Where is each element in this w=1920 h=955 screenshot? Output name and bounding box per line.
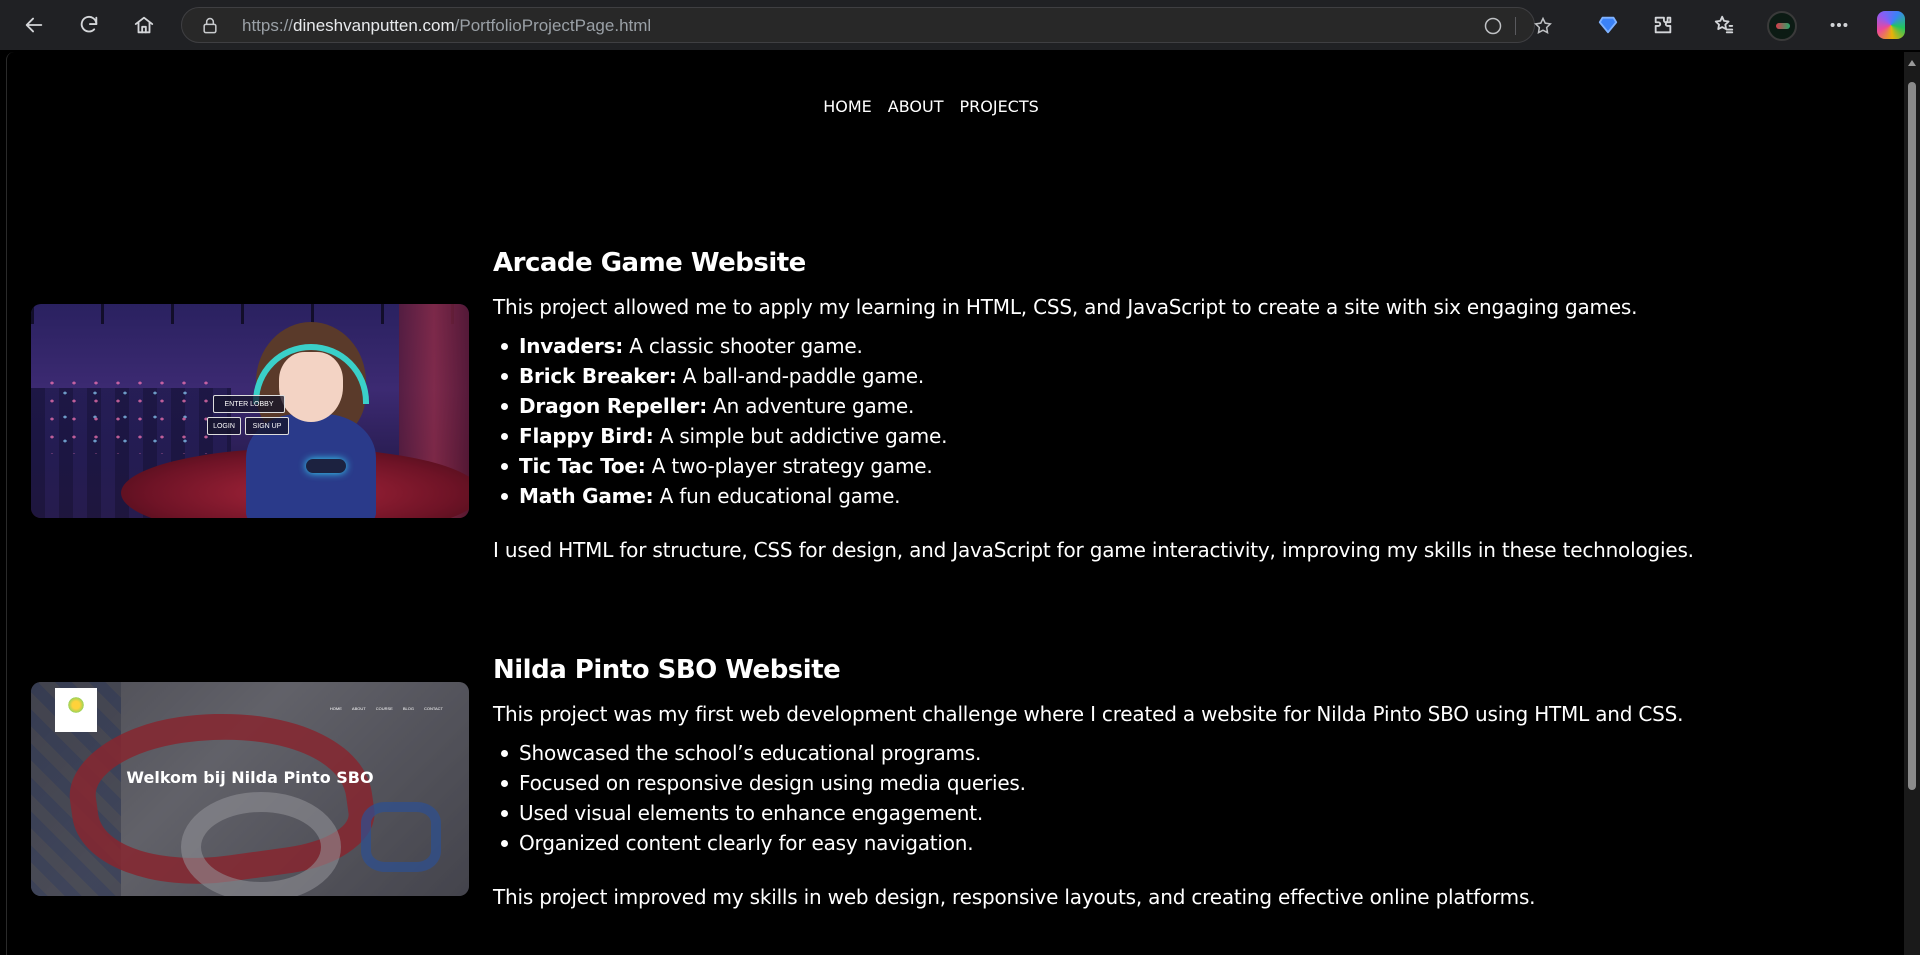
- signup-button: SIGN UP: [245, 417, 289, 435]
- list-item: Brick Breaker: A ball-and-paddle game.: [493, 361, 947, 391]
- address-bar-separator: [1515, 17, 1516, 35]
- refresh-icon[interactable]: [73, 9, 105, 41]
- mini-nav-item: HOME: [329, 706, 342, 711]
- project-outro: This project improved my skills in web d…: [493, 885, 1536, 909]
- profile-avatar[interactable]: [1767, 11, 1797, 41]
- browser-toolbar: https://dineshvanputten.com/PortfolioPro…: [0, 0, 1920, 50]
- back-arrow-icon[interactable]: [18, 9, 50, 41]
- nav-home[interactable]: HOME: [823, 97, 872, 116]
- feature-list: Showcased the school’s educational progr…: [493, 738, 1026, 858]
- project-title: Nilda Pinto SBO Website: [493, 655, 841, 685]
- reading-mode-icon[interactable]: [1480, 13, 1506, 39]
- mini-nav-item: CONTACT: [423, 706, 443, 711]
- list-item: Math Game: A fun educational game.: [493, 481, 947, 511]
- list-item: Tic Tac Toe: A two-player strategy game.: [493, 451, 947, 481]
- address-bar[interactable]: https://dineshvanputten.com/PortfolioPro…: [181, 7, 1552, 43]
- list-item: Used visual elements to enhance engageme…: [493, 798, 1026, 828]
- mini-nav-item: ABOUT: [351, 706, 366, 711]
- nilda-project-image: HOME ABOUT COURSE BLOG CONTACT Welkom bi…: [31, 682, 469, 896]
- mini-nav-item: COURSE: [375, 706, 393, 711]
- list-item: Focused on responsive design using media…: [493, 768, 1026, 798]
- controller-graphic: [306, 459, 346, 473]
- list-item: Invaders: A classic shooter game.: [493, 331, 947, 361]
- project-intro: This project was my first web developmen…: [493, 702, 1684, 726]
- list-item: Showcased the school’s educational progr…: [493, 738, 1026, 768]
- nav-about[interactable]: ABOUT: [888, 97, 944, 116]
- list-item: Organized content clearly for easy navig…: [493, 828, 1026, 858]
- enter-lobby-button: ENTER LOBBY: [213, 395, 285, 413]
- list-item: Dragon Repeller: An adventure game.: [493, 391, 947, 421]
- project-title: Arcade Game Website: [493, 248, 806, 278]
- vertical-scrollbar[interactable]: [1904, 52, 1920, 955]
- login-button: LOGIN: [207, 417, 241, 435]
- url-text[interactable]: https://dineshvanputten.com/PortfolioPro…: [242, 16, 651, 36]
- game-list: Invaders: A classic shooter game. Brick …: [493, 331, 947, 511]
- favorites-collection-icon[interactable]: [1708, 9, 1740, 41]
- site-info-lock-icon[interactable]: [200, 16, 220, 36]
- site-nav: HOME ABOUT PROJECTS: [7, 97, 1915, 116]
- extensions-puzzle-icon[interactable]: [1647, 9, 1679, 41]
- project-outro: I used HTML for structure, CSS for desig…: [493, 538, 1694, 562]
- city-lights-graphic: [41, 374, 211, 454]
- list-item: Flappy Bird: A simple but addictive game…: [493, 421, 947, 451]
- scroll-up-arrow-icon[interactable]: [1908, 60, 1916, 66]
- mini-nav: HOME ABOUT COURSE BLOG CONTACT: [330, 706, 443, 711]
- copilot-icon[interactable]: [1877, 11, 1905, 39]
- project-intro: This project allowed me to apply my lear…: [493, 295, 1638, 319]
- favorite-star-icon[interactable]: [1530, 13, 1556, 39]
- mini-nav-item: BLOG: [402, 706, 414, 711]
- welcome-heading: Welkom bij Nilda Pinto SBO: [126, 768, 374, 787]
- scrollbar-thumb[interactable]: [1908, 82, 1916, 790]
- nav-projects[interactable]: PROJECTS: [959, 97, 1038, 116]
- school-logo: [55, 688, 97, 732]
- more-options-icon[interactable]: [1823, 9, 1855, 41]
- gem-extension-icon[interactable]: [1592, 9, 1624, 41]
- home-icon[interactable]: [128, 9, 160, 41]
- page-viewport: HOME ABOUT PROJECTS ENTER LOBBY LOGIN SI…: [6, 52, 1920, 955]
- arcade-project-image: ENTER LOBBY LOGIN SIGN UP: [31, 304, 469, 518]
